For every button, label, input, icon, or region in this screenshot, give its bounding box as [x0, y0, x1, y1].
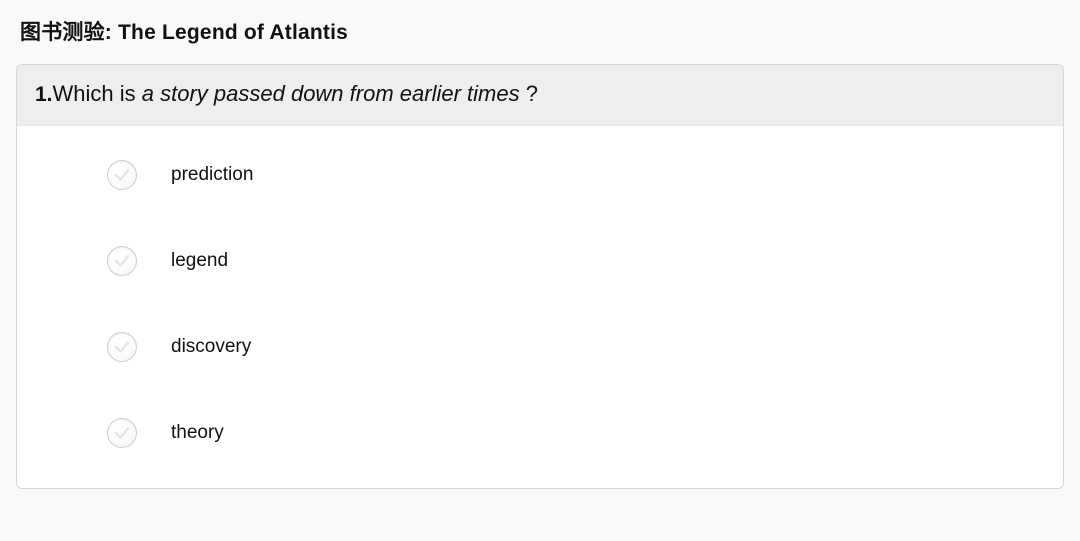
- option-label: discovery: [171, 336, 251, 358]
- option-row[interactable]: theory: [107, 418, 1043, 448]
- option-row[interactable]: prediction: [107, 160, 1043, 190]
- option-row[interactable]: legend: [107, 246, 1043, 276]
- option-row[interactable]: discovery: [107, 332, 1043, 362]
- question-text: Which is a story passed down from earlie…: [53, 81, 538, 106]
- check-icon[interactable]: [107, 418, 137, 448]
- check-icon[interactable]: [107, 332, 137, 362]
- options-list: prediction legend discovery: [17, 126, 1063, 488]
- quiz-card: 1.Which is a story passed down from earl…: [16, 64, 1064, 489]
- question-tail: ?: [520, 81, 538, 106]
- question-number: 1.: [35, 83, 53, 106]
- option-label: prediction: [171, 164, 253, 186]
- question-bar: 1.Which is a story passed down from earl…: [17, 65, 1063, 126]
- option-label: legend: [171, 250, 228, 272]
- title-prefix: 图书测验:: [20, 21, 118, 44]
- check-icon[interactable]: [107, 160, 137, 190]
- question-lead: Which is: [53, 81, 142, 106]
- title-text: The Legend of Atlantis: [118, 21, 348, 44]
- question-italic: a story passed down from earlier times: [142, 81, 520, 106]
- page-title: 图书测验: The Legend of Atlantis: [20, 16, 1064, 46]
- quiz-page: 图书测验: The Legend of Atlantis 1.Which is …: [0, 0, 1080, 489]
- option-label: theory: [171, 422, 224, 444]
- check-icon[interactable]: [107, 246, 137, 276]
